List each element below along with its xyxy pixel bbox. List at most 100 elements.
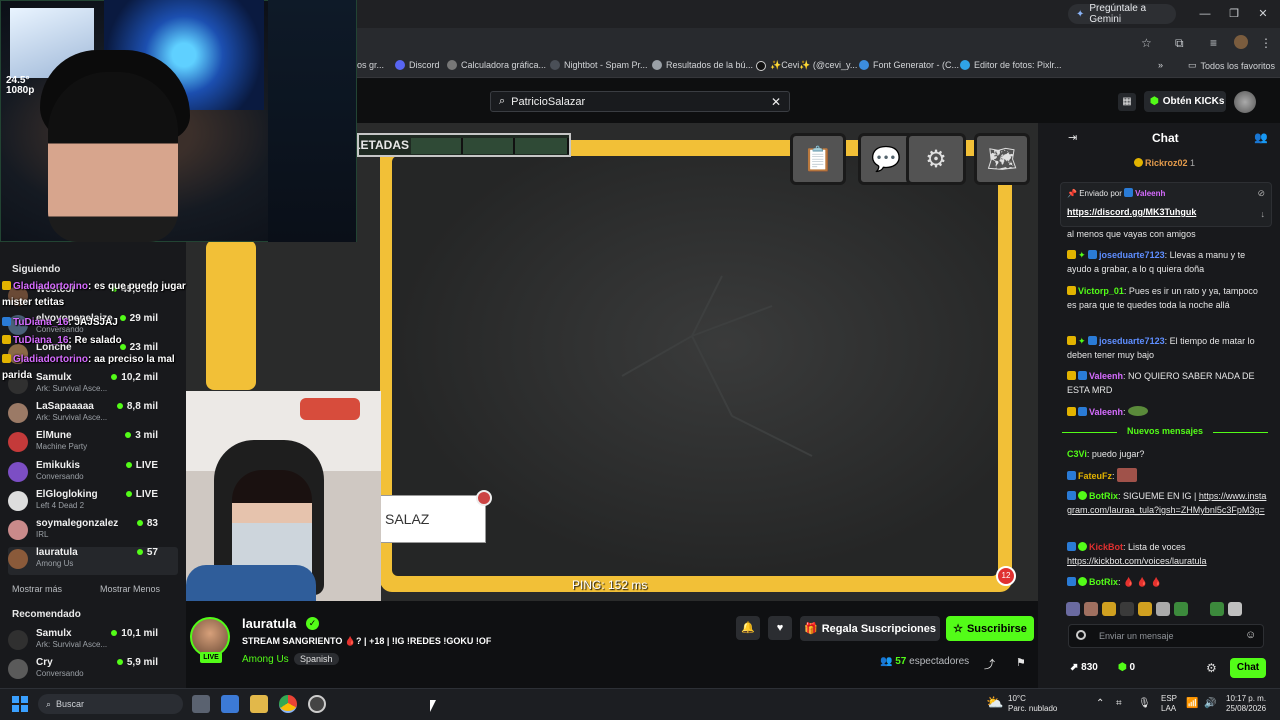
all-favorites[interactable]: ▭ Todos los favoritos [1188,60,1275,71]
channel-name: ElGlogloking [36,489,98,500]
live-indicator: LIVE [125,460,158,471]
sidebar-item[interactable]: ElGlogloking Left 4 Dead 2 LIVE [8,489,178,517]
windows-start-icon[interactable] [12,696,28,712]
taskbar-search[interactable]: ⌕ Buscar [38,694,183,714]
chat-send-button[interactable]: Chat [1230,658,1266,678]
fps-readout: 24.5° 1080p [6,75,35,96]
streamer-avatar[interactable] [190,617,230,657]
more-bookmarks-icon[interactable]: » [1158,60,1163,70]
clear-search-icon[interactable]: ✕ [771,95,781,109]
minimize-icon[interactable]: — [1196,5,1214,23]
app-icon[interactable] [221,695,239,713]
chevron-up-icon[interactable]: ⌃ [1096,698,1104,709]
top-gifter: Rickroz02 1 [1134,158,1195,168]
unpin-icon[interactable]: ⊘ [1257,188,1265,199]
expand-down-icon[interactable]: ↓ [1261,209,1266,219]
user-avatar[interactable] [1234,91,1256,113]
channel-name: Samulx [36,628,72,639]
overlay-chat-line: TuDiana_16: Re salado [2,335,122,346]
obs-icon[interactable] [308,695,326,713]
wifi-icon[interactable]: 📶 [1186,698,1198,709]
gemini-button[interactable]: ✦ Pregúntale a Gemini [1068,3,1176,25]
bookmark-item[interactable]: Editor de fotos: Pixlr... [960,60,1062,70]
emote-strip[interactable] [1066,600,1266,618]
sidebar-item[interactable]: Samulx Ark: Survival Asce... 10,2 mil [8,372,178,400]
kicks-icon: ⬢ [1150,96,1159,107]
settings-gear-icon[interactable]: ⚙ [906,133,966,185]
channel-category: Ark: Survival Asce... [36,413,108,422]
microphone-icon[interactable]: 🎙 [1138,698,1151,709]
chrome-icon[interactable] [279,695,297,713]
emote [1117,468,1138,482]
chat-identity-icon[interactable] [1076,630,1086,640]
channel-category: Conversando [36,669,84,678]
channel-category: Left 4 Dead 2 [36,501,85,510]
chat-settings-icon[interactable]: ⚙ [1206,661,1217,675]
show-less-link[interactable]: Mostrar Menos [100,584,160,594]
emoji-icon[interactable]: ☺ [1245,629,1256,641]
profile-avatar[interactable] [1234,35,1248,49]
viewer-count: 8,8 mil [116,401,158,412]
sidebar-item[interactable]: ElMune Machine Party 3 mil [8,430,178,458]
language-tag[interactable]: Spanish [294,653,339,665]
chat-users-icon[interactable]: 👥 [1254,131,1268,144]
collapse-chat-icon[interactable]: ⇥ [1068,131,1077,144]
chat-link[interactable]: https://kickbot.com/voices/lauratula [1067,556,1207,566]
bookmark-item[interactable]: Resultados de la bú... [652,60,753,70]
category-link[interactable]: Among Us [242,654,289,665]
menu-icon[interactable]: ⋮ [1260,36,1272,50]
clock[interactable]: 10:17 p. m. 25/08/2026 [1226,694,1266,714]
media-icon[interactable]: ≡ [1210,36,1217,50]
share-icon[interactable]: ⤴ [984,656,995,672]
get-kicks-button[interactable]: ⬢ Obtén KICKs [1144,91,1226,112]
bookmark-label: ✨Cevi✨ (@cevi_y... [770,60,858,70]
notification-bell-icon[interactable]: 🔔 [736,616,760,640]
extensions-icon[interactable]: ⧉ [1175,36,1184,51]
follow-heart-icon[interactable]: ♥ [768,616,792,640]
report-flag-icon[interactable]: ⚑ [1016,656,1026,669]
stream-title: STREAM SANGRIENTO 🩸? | +18 | !IG !REDES … [242,636,492,646]
font-icon [859,60,869,70]
network-icon[interactable]: ⌗ [1116,698,1122,709]
channel-points[interactable]: ⬈ 830 [1070,662,1098,673]
file-explorer-icon[interactable] [250,695,268,713]
report-icon[interactable]: 📋 [790,133,846,185]
sidebar-item[interactable]: Samulx Ark: Survival Asce... 10,1 mil [8,628,178,656]
streamer-name[interactable]: lauratula [242,616,296,631]
search-value: PatricioSalazar [511,95,586,108]
sidebar-item[interactable]: Cry Conversando 5,9 mil [8,657,178,685]
avatar [8,520,28,540]
gift-subs-button[interactable]: 🎁 Regala Suscripciones [800,616,940,641]
weather-icon: ⛅ [986,694,1004,710]
show-more-link[interactable]: Mostrar más [12,584,62,594]
verified-icon: ✓ [306,617,319,630]
bookmark-item[interactable]: Font Generator - (C... [859,60,959,70]
task-view-icon[interactable] [192,695,210,713]
weather-widget[interactable]: 10°C Parc. nublado [1008,694,1057,714]
restore-icon[interactable]: ❐ [1225,5,1243,23]
bookmark-item[interactable]: Nightbot - Spam Pr... [550,60,648,70]
discord-icon [395,60,405,70]
map-icon[interactable]: 🗺 [974,133,1030,185]
kicks-label: Obtén KICKs [1162,96,1225,107]
subscribe-button[interactable]: ☆ Suscribirse [946,616,1034,641]
sidebar-item[interactable]: soymalegonzalez IRL 83 [8,518,178,546]
channel-name: Samulx [36,372,72,383]
star-icon[interactable]: ☆ [1141,36,1152,50]
language-indicator[interactable]: ESP LAA [1161,694,1177,714]
volume-icon[interactable]: 🔊 [1204,698,1216,709]
close-window-icon[interactable]: ✕ [1254,5,1272,23]
sidebar-item-active[interactable]: lauratula Among Us 57 [8,547,178,575]
kicks-balance[interactable]: ⬢ 0 [1118,662,1135,673]
sidebar-item[interactable]: Emikukis Conversando LIVE [8,460,178,488]
bookmark-discord[interactable]: Discord [395,60,440,70]
sidebar-item[interactable]: LaSapaaaaa Ark: Survival Asce... 8,8 mil [8,401,178,429]
pinned-link[interactable]: https://discord.gg/MK3Tuhguk [1067,207,1196,217]
live-badge: LIVE [200,652,222,663]
layout-icon[interactable]: ▦ [1118,93,1136,111]
bookmark-item[interactable]: Calculadora gráfica... [447,60,546,70]
search-input[interactable]: ⌕ PatricioSalazar ✕ [490,91,790,112]
bookmark-item[interactable]: os gr... [357,60,384,70]
bookmark-item[interactable]: ✨Cevi✨ (@cevi_y... [756,60,857,71]
chat-message-input[interactable]: Enviar un mensaje [1068,624,1264,648]
